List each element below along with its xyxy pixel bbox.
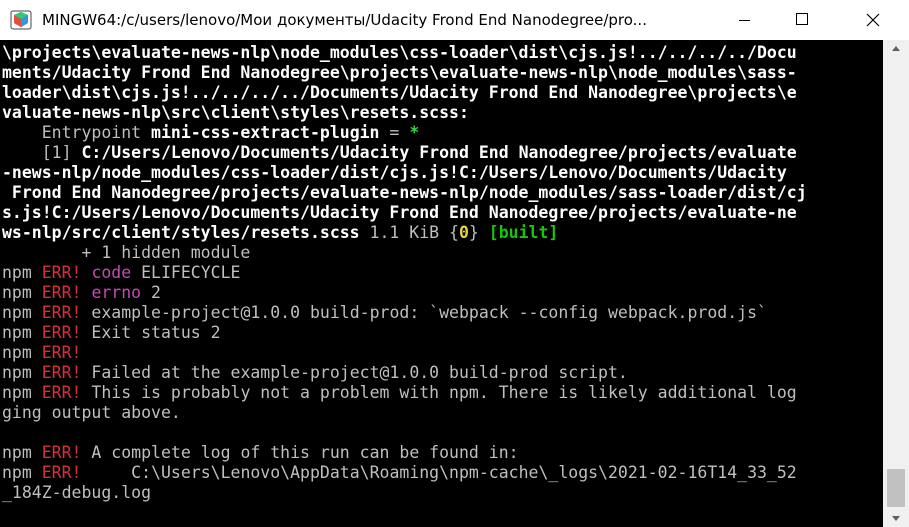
minimize-icon [739, 20, 750, 21]
close-button[interactable] [850, 0, 896, 40]
terminal-line: npm ERR! C:\Users\Lenovo\AppData\Roaming… [2, 463, 797, 482]
mingw-terminal-icon [10, 10, 32, 30]
terminal-line: npm ERR! example-project@1.0.0 build-pro… [2, 303, 767, 322]
chevron-down-icon [892, 516, 900, 521]
title-bar[interactable]: MINGW64:/c/users/lenovo/Мои документы/Ud… [0, 0, 909, 40]
terminal-line: npm ERR! errno 2 [2, 283, 161, 302]
terminal-line: ments/Udacity Frond End Nanodegree\proje… [2, 63, 797, 82]
terminal-line: -news-nlp/node_modules/css-loader/dist/c… [2, 163, 787, 182]
terminal-line: valuate-news-nlp\src\client\styles\reset… [2, 103, 469, 122]
terminal-line: + 1 hidden module [2, 243, 251, 262]
terminal-line: ws-nlp/src/client/styles/resets.scss 1.1… [2, 223, 559, 242]
minimize-button[interactable] [721, 0, 767, 40]
terminal-line: npm ERR! [2, 343, 82, 362]
terminal-line: npm ERR! code ELIFECYCLE [2, 263, 241, 282]
terminal-line: npm ERR! A complete log of this run can … [2, 443, 519, 462]
scroll-thumb[interactable] [887, 469, 905, 507]
vertical-scrollbar[interactable] [883, 40, 909, 527]
terminal-line: [1] C:/Users/Lenovo/Documents/Udacity Fr… [2, 143, 797, 162]
terminal-line: s.js!C:/Users/Lenovo/Documents/Udacity F… [2, 203, 797, 222]
terminal-line: Entrypoint mini-css-extract-plugin = * [2, 123, 420, 142]
terminal-line: npm ERR! Exit status 2 [2, 323, 221, 342]
terminal-line: \projects\evaluate-news-nlp\node_modules… [2, 43, 797, 62]
terminal-line: loader\dist\cjs.js!../../../../Documents… [2, 83, 797, 102]
maximize-icon [796, 13, 808, 25]
terminal-line: npm ERR! Failed at the example-project@1… [2, 363, 628, 382]
maximize-button[interactable] [778, 0, 824, 40]
scroll-down-button[interactable] [883, 509, 909, 527]
terminal-line: ging output above. [2, 403, 181, 422]
terminal-line: npm ERR! This is probably not a problem … [2, 383, 797, 402]
terminal-output[interactable]: \projects\evaluate-news-nlp\node_modules… [0, 40, 883, 527]
scroll-up-button[interactable] [883, 40, 909, 58]
close-icon [866, 13, 880, 27]
terminal-line: Frond End Nanodegree/projects/evaluate-n… [2, 183, 807, 202]
window-title: MINGW64:/c/users/lenovo/Мои документы/Ud… [42, 11, 647, 29]
terminal-line: _184Z-debug.log [2, 483, 152, 502]
chevron-up-icon [892, 46, 900, 51]
